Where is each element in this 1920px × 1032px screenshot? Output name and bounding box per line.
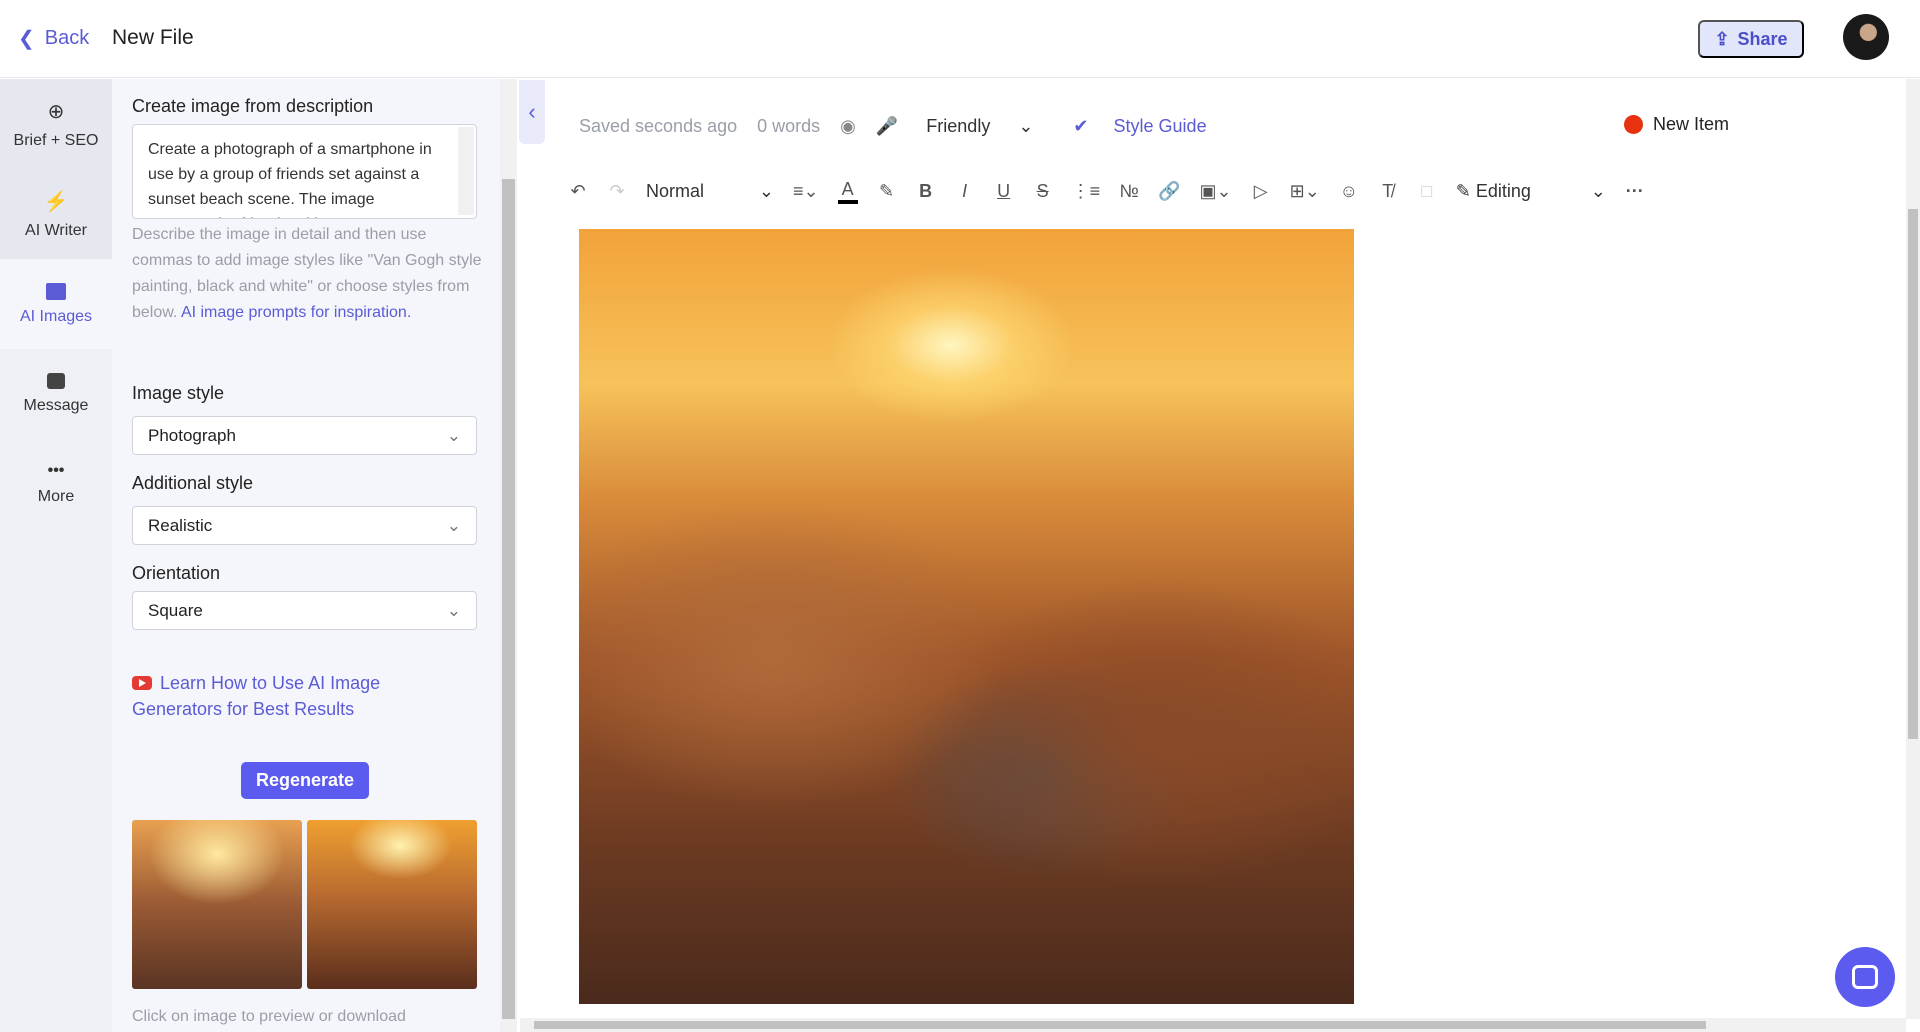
emoji-icon[interactable]: ☺ bbox=[1339, 181, 1359, 202]
chevron-down-icon: ⌄ bbox=[446, 425, 461, 445]
additional-style-label: Additional style bbox=[132, 473, 254, 493]
generated-image-thumbnail[interactable] bbox=[132, 820, 302, 989]
highlight-icon[interactable]: ✎ bbox=[877, 181, 897, 202]
image-icon[interactable]: ▣⌄ bbox=[1200, 181, 1232, 202]
word-count: 0 words bbox=[757, 115, 821, 136]
redo-icon[interactable]: ↷ bbox=[607, 181, 627, 202]
page-title: New File bbox=[112, 26, 194, 49]
undo-icon[interactable]: ↶ bbox=[568, 181, 588, 202]
clear-format-icon[interactable]: T̸ bbox=[1378, 181, 1398, 202]
chat-support-button[interactable] bbox=[1835, 947, 1895, 1007]
scrollbar-thumb[interactable] bbox=[534, 1021, 1706, 1029]
chevron-down-icon: ⌄ bbox=[1018, 115, 1034, 136]
chevron-down-icon: ⌄ bbox=[1590, 180, 1606, 201]
image-style-select[interactable]: Photograph ⌄ bbox=[132, 416, 477, 455]
scrollbar-thumb[interactable] bbox=[502, 179, 515, 1019]
chevron-left-icon: ❮ bbox=[18, 28, 35, 50]
table-icon[interactable]: ⊞⌄ bbox=[1290, 181, 1320, 202]
pencil-icon: ✎ bbox=[1455, 180, 1471, 201]
check-circle-icon: ✔ bbox=[1073, 115, 1089, 136]
style-guide-link[interactable]: ✔ Style Guide bbox=[1073, 116, 1226, 137]
share-button[interactable]: ⇪ Share bbox=[1698, 20, 1804, 58]
eye-icon[interactable]: ◉ bbox=[840, 116, 856, 137]
horizontal-scrollbar[interactable] bbox=[520, 1018, 1906, 1032]
sidebar-item-more[interactable]: ••• More bbox=[0, 439, 112, 529]
play-icon[interactable]: ▷ bbox=[1251, 181, 1271, 202]
strikethrough-icon[interactable]: S bbox=[1033, 181, 1053, 202]
editor-toolbar: ↶ ↷ Normal ⌄ ≡⌄ A ✎ B I U S ⋮≡ № 🔗 ▣⌄ ▷ ⊞… bbox=[568, 176, 1664, 206]
generated-image[interactable] bbox=[579, 229, 1354, 1004]
orientation-select[interactable]: Square ⌄ bbox=[132, 591, 477, 630]
panel-scrollbar[interactable] bbox=[500, 79, 517, 1032]
more-icon: ••• bbox=[47, 462, 65, 479]
chevron-down-icon: ⌄ bbox=[758, 180, 774, 201]
ai-images-panel: Create image from description Create a p… bbox=[112, 79, 500, 1032]
header: ❮ Back New File ⇪ Share bbox=[0, 0, 1920, 78]
learn-link[interactable]: Learn How to Use AI Image Generators for… bbox=[132, 670, 432, 722]
generated-image-thumbnail[interactable] bbox=[307, 820, 477, 989]
chat-icon bbox=[1852, 965, 1878, 989]
sidebar-rail: ⊕ Brief + SEO ⚡ AI Writer AI Images Messag… bbox=[0, 79, 112, 1032]
mode-dropdown[interactable]: ✎ Editing ⌄ bbox=[1456, 181, 1606, 202]
textarea-scrollbar[interactable] bbox=[458, 127, 474, 215]
message-icon bbox=[47, 373, 65, 389]
chevron-down-icon: ⌄ bbox=[446, 515, 461, 535]
help-text: Describe the image in detail and then us… bbox=[132, 226, 482, 321]
block-format-dropdown[interactable]: Normal ⌄ bbox=[646, 181, 774, 202]
sidebar-item-ai-writer[interactable]: ⚡ AI Writer bbox=[0, 169, 112, 259]
sidebar-item-message[interactable]: Message bbox=[0, 349, 112, 439]
avatar[interactable] bbox=[1843, 14, 1889, 60]
prompts-link[interactable]: AI image prompts for inspiration. bbox=[181, 304, 411, 321]
sidebar-item-ai-images[interactable]: AI Images bbox=[0, 259, 112, 349]
comment-icon[interactable]: □ bbox=[1417, 181, 1437, 202]
back-button[interactable]: ❮ Back bbox=[18, 26, 89, 51]
additional-style-select[interactable]: Realistic ⌄ bbox=[132, 506, 477, 545]
youtube-icon bbox=[132, 676, 152, 690]
regenerate-button[interactable]: Regenerate bbox=[241, 762, 369, 799]
lightning-icon: ⚡ bbox=[43, 190, 69, 213]
thumbnail-caption: Click on image to preview or download bbox=[132, 1008, 406, 1025]
link-icon[interactable]: 🔗 bbox=[1158, 181, 1180, 202]
saved-status: Saved seconds ago bbox=[579, 115, 738, 136]
status-dot bbox=[1624, 115, 1643, 134]
text-color-icon[interactable]: A bbox=[837, 179, 858, 204]
tone-dropdown[interactable]: 🎤 Friendly ⌄ bbox=[876, 116, 1054, 137]
more-options-icon[interactable]: ··· bbox=[1625, 181, 1645, 202]
underline-icon[interactable]: U bbox=[994, 181, 1014, 202]
image-style-label: Image style bbox=[132, 383, 225, 403]
orientation-label: Orientation bbox=[132, 563, 221, 583]
chevron-down-icon: ⌄ bbox=[446, 600, 461, 620]
align-icon[interactable]: ≡⌄ bbox=[793, 181, 819, 202]
microphone-icon: 🎤 bbox=[875, 115, 899, 136]
description-label: Create image from description bbox=[132, 96, 374, 116]
bold-icon[interactable]: B bbox=[916, 181, 936, 202]
editor-meta-bar: Saved seconds ago 0 words ◉ 🎤 Friendly ⌄ ✔… bbox=[579, 114, 1247, 138]
sidebar-item-brief-seo[interactable]: ⊕ Brief + SEO bbox=[0, 79, 112, 169]
upload-icon: ⇪ bbox=[1714, 28, 1730, 49]
new-item-status[interactable]: New Item bbox=[1624, 114, 1729, 135]
crosshair-icon: ⊕ bbox=[47, 100, 65, 123]
image-icon bbox=[46, 282, 66, 300]
bullet-list-icon[interactable]: ⋮≡ bbox=[1072, 181, 1101, 202]
numbered-list-icon[interactable]: № bbox=[1119, 181, 1139, 202]
description-textarea[interactable]: Create a photograph of a smartphone in u… bbox=[132, 124, 477, 219]
scrollbar-thumb[interactable] bbox=[1908, 209, 1918, 739]
collapse-panel-button[interactable]: ‹ bbox=[519, 80, 545, 144]
editor-scrollbar[interactable] bbox=[1906, 79, 1920, 1019]
italic-icon[interactable]: I bbox=[955, 181, 975, 202]
